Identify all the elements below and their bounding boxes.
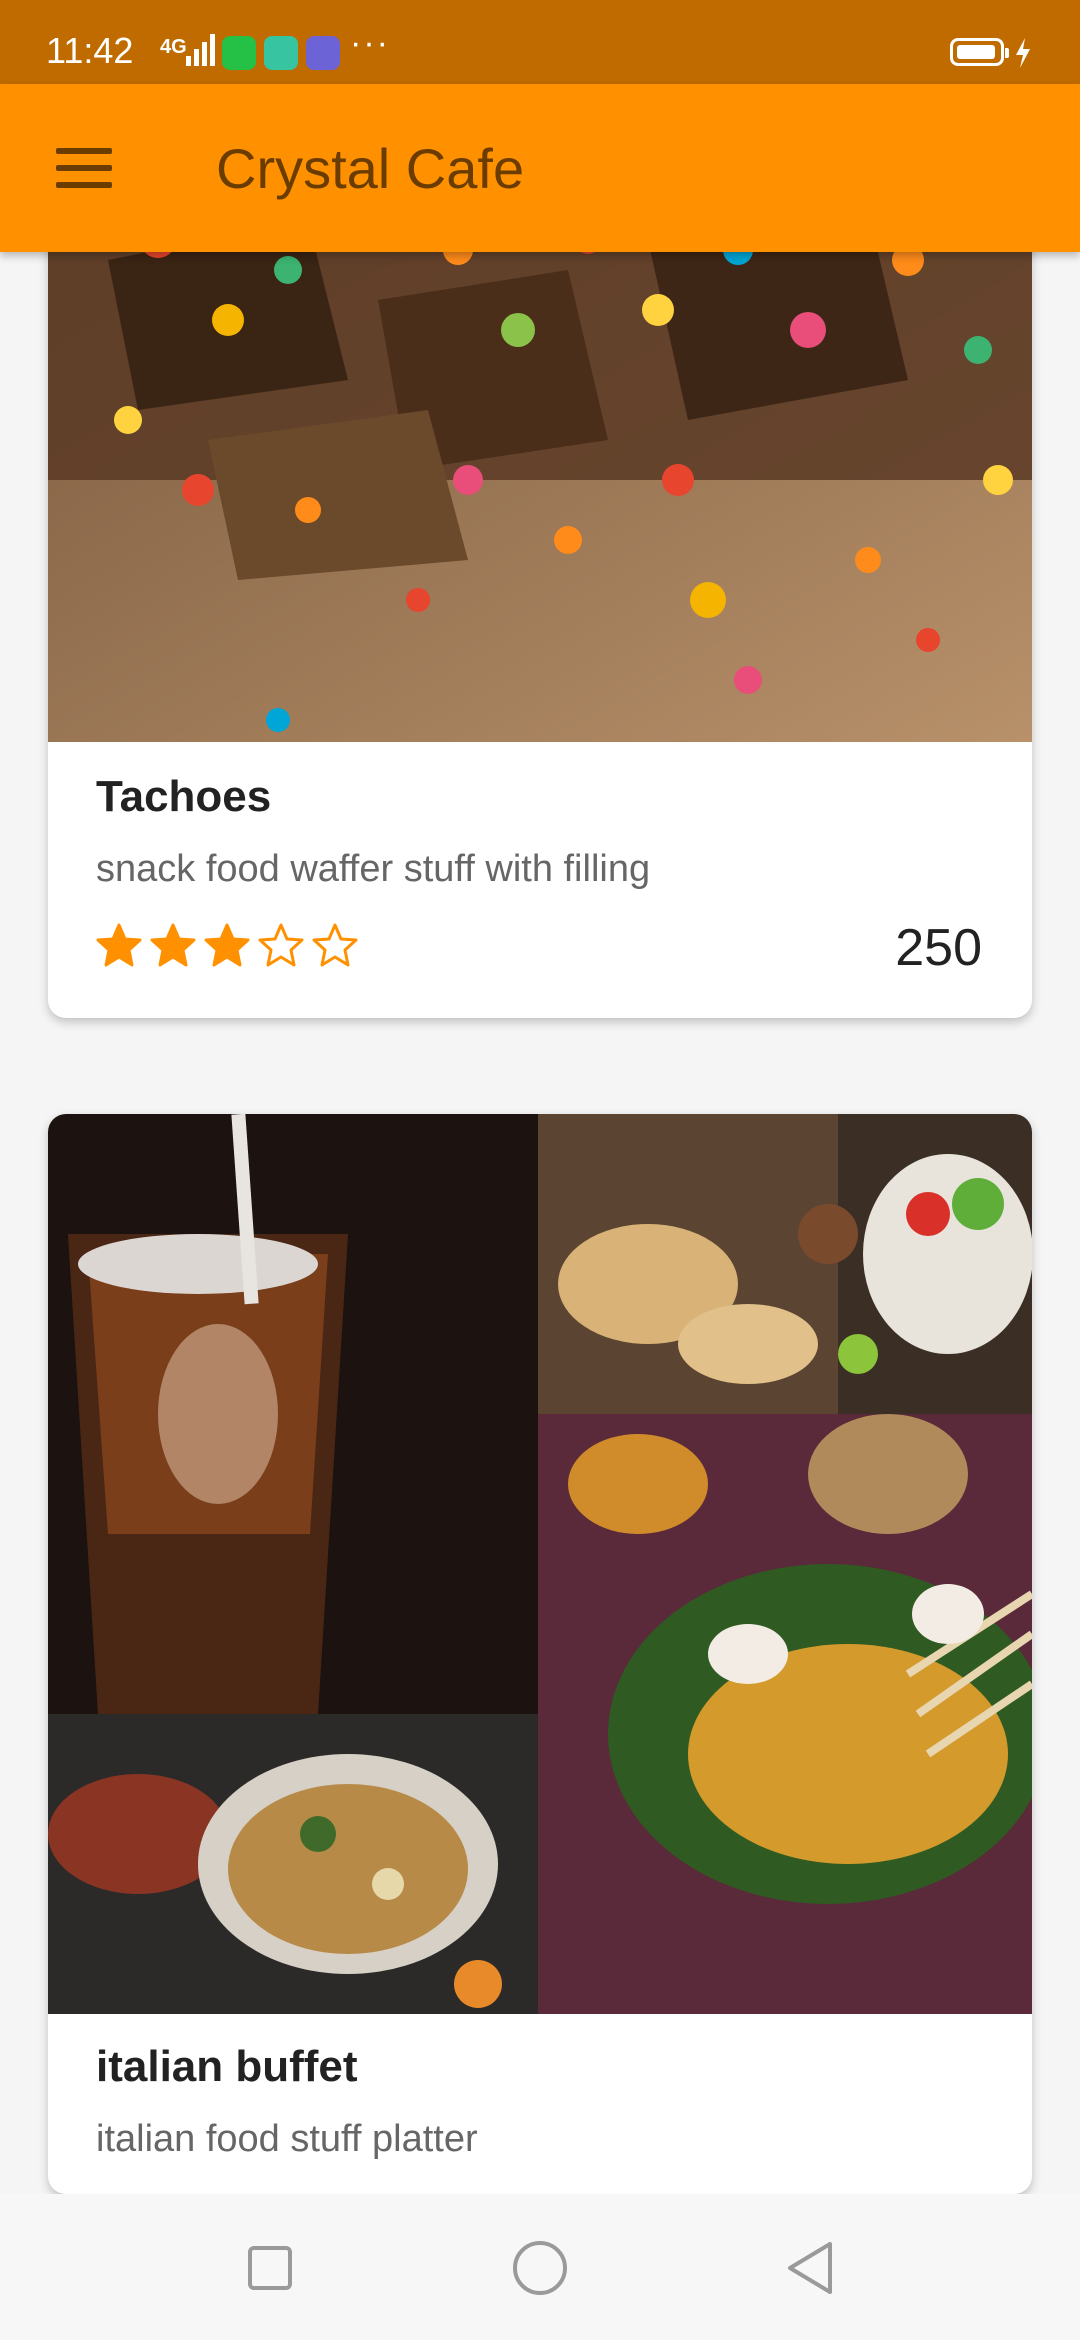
- status-bar: 11:42 4G ···: [0, 0, 1080, 84]
- item-price: 250: [895, 919, 982, 977]
- more-notifications-icon: ···: [350, 24, 390, 62]
- item-description: snack food waffer stuff with filling: [96, 848, 651, 890]
- star-filled-icon: [96, 923, 142, 967]
- rating-stars: [96, 922, 358, 968]
- item-name: italian buffet: [96, 2042, 358, 2091]
- menu-item-card[interactable]: Tachoes snack food waffer stuff with fil…: [48, 180, 1032, 1018]
- charging-icon: [1016, 38, 1030, 68]
- star-filled-icon: [150, 923, 196, 967]
- home-icon[interactable]: [510, 2238, 570, 2298]
- signal-icon: [186, 34, 215, 66]
- item-description: italian food stuff platter: [96, 2118, 478, 2160]
- item-name: Tachoes: [96, 772, 272, 821]
- app-icon: [306, 36, 340, 70]
- network-type: 4G: [160, 36, 187, 58]
- star-outline-icon: [258, 923, 304, 967]
- app-icon: [264, 36, 298, 70]
- whatsapp-icon: [222, 36, 256, 70]
- back-icon[interactable]: [780, 2238, 840, 2298]
- battery-icon: [950, 38, 1009, 66]
- app-bar: Crystal Cafe: [0, 84, 1080, 252]
- status-time: 11:42: [46, 30, 134, 71]
- recent-apps-icon[interactable]: [240, 2238, 300, 2298]
- food-image: [48, 1114, 1032, 2014]
- star-outline-icon: [312, 923, 358, 967]
- hamburger-menu-icon[interactable]: [56, 148, 112, 188]
- food-image: [48, 180, 1032, 742]
- system-nav-bar: [0, 2194, 1080, 2340]
- page-title: Crystal Cafe: [216, 137, 525, 200]
- star-filled-icon: [204, 923, 250, 967]
- menu-item-card[interactable]: italian buffet italian food stuff platte…: [48, 1114, 1032, 2194]
